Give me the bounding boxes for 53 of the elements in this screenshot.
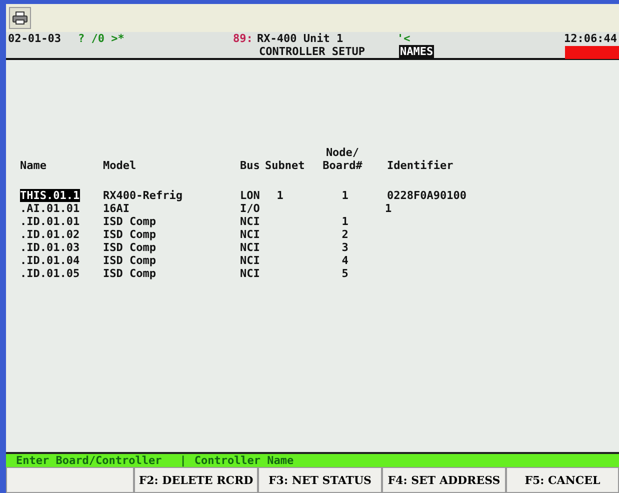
table-cell-text: NCI [240, 241, 261, 254]
unit-name: RX-400 Unit 1 [257, 32, 344, 45]
date-text: 02-01-03 [8, 32, 62, 45]
table-cell: 1 [385, 202, 392, 215]
printer-icon [12, 11, 28, 25]
table-cell[interactable]: .ID.01.04 [20, 254, 80, 267]
column-header: Model [103, 159, 138, 172]
screen-mode: NAMES [399, 45, 434, 58]
table-cell-text: I/O [240, 202, 261, 215]
function-key[interactable]: F2: DELETE RCRD [134, 467, 258, 493]
table-cell-text: ISD Comp [103, 228, 157, 241]
prompt-text: Enter Board/Controller [16, 454, 162, 467]
table-cell: 4 [342, 254, 348, 267]
table-cell: 5 [342, 267, 348, 280]
function-key[interactable]: F3: NET STATUS [258, 467, 382, 493]
print-button[interactable] [9, 7, 31, 29]
table-cell-text: NCI [240, 215, 261, 228]
table-cell-text: NCI [240, 254, 261, 267]
table-cell[interactable]: .ID.01.03 [20, 241, 80, 254]
table-cell-text: NCI [240, 267, 261, 280]
column-header: Subnet [265, 159, 306, 172]
status-indicators: ? /0 >* [78, 32, 126, 45]
table-cell-text: ISD Comp [103, 215, 157, 228]
table-cell: 0228F0A90100 [387, 189, 466, 202]
table-cell: 1 [342, 215, 348, 228]
column-header: Identifier [387, 159, 454, 172]
table-cell-text: ISD Comp [103, 241, 157, 254]
function-key[interactable]: F4: SET ADDRESS [382, 467, 506, 493]
table-cell[interactable]: .ID.01.05 [20, 267, 80, 280]
table-cell[interactable]: .ID.01.02 [20, 228, 80, 241]
table-cell[interactable]: THIS.01.1 [20, 189, 80, 202]
clock-time: 12:06:44 [564, 32, 617, 45]
table-cell-text: ISD Comp [103, 267, 157, 280]
table-cell: 2 [342, 228, 348, 241]
column-header: Bus [240, 159, 261, 172]
table-cell[interactable]: .AI.01.01 [20, 202, 80, 215]
table-cell[interactable]: .ID.01.01 [20, 215, 80, 228]
signal-indicator: '< [397, 32, 412, 45]
column-header: Node/ Board# [322, 146, 364, 172]
screen-title: CONTROLLER SETUP [259, 45, 366, 58]
table-cell: 1 [276, 189, 284, 202]
table-cell-text: ISD Comp [103, 254, 157, 267]
field-name: Controller Name [194, 454, 294, 467]
unit-number: 89: [233, 32, 254, 45]
table-cell-text: NCI [240, 228, 261, 241]
table-cell-text: RX400-Refrig [103, 189, 184, 202]
function-key[interactable]: F5: CANCEL [506, 467, 619, 493]
separator-text: | [180, 454, 186, 467]
table-cell-text: 16AI [103, 202, 130, 215]
table-cell: 3 [342, 241, 348, 254]
table-cell-text: LON [240, 189, 261, 202]
table-cell: 1 [342, 189, 348, 202]
column-header: Name [20, 159, 48, 172]
